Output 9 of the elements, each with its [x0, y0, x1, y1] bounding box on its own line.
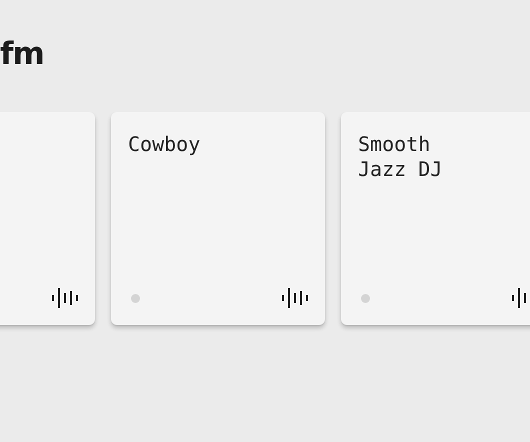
status-dot-icon: [361, 294, 370, 302]
station-card[interactable]: Cowboy: [111, 112, 325, 325]
brand-title: fm: [0, 38, 44, 70]
waveform-icon: [52, 288, 78, 308]
station-title: Cowboy: [128, 132, 202, 157]
status-dot-icon: [131, 294, 140, 302]
waveform-icon: [282, 288, 308, 308]
station-card[interactable]: Smooth Jazz DJ: [341, 112, 530, 325]
station-title: Smooth Jazz DJ: [358, 132, 444, 182]
